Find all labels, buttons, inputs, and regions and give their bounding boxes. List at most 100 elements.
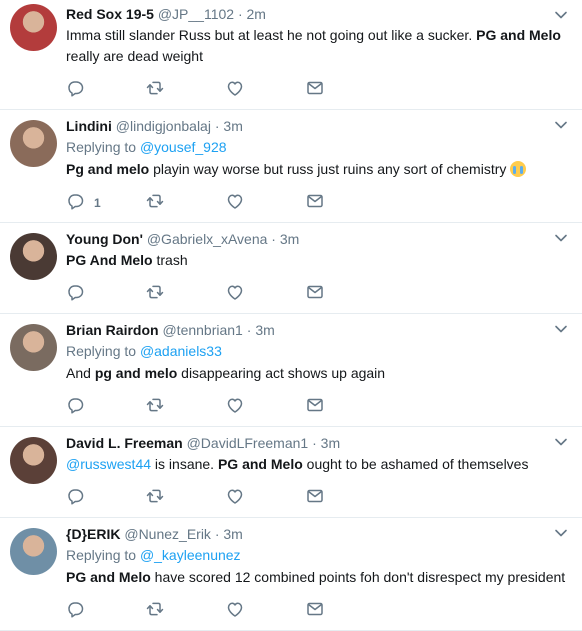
retweet-button[interactable] [146, 283, 226, 306]
display-name[interactable]: Young Don' [66, 231, 143, 247]
display-name[interactable]: David L. Freeman [66, 435, 183, 451]
separator-dot: · [242, 322, 256, 338]
tweet-timeline: Red Sox 19-5 @JP__1102 · 2m Imma still sl… [0, 0, 582, 631]
heart-icon [226, 192, 244, 215]
like-button[interactable] [226, 487, 306, 510]
user-handle[interactable]: @JP__1102 [158, 6, 234, 22]
user-handle[interactable]: @Gabrielx_xAvena [147, 231, 268, 247]
reply-icon [66, 79, 84, 102]
direct-message-button[interactable] [306, 396, 386, 419]
user-handle[interactable]: @tennbrian1 [162, 322, 242, 338]
tweet-text: Pg and melo playin way worse but russ ju… [66, 159, 570, 180]
timestamp[interactable]: 3m [280, 231, 299, 247]
heart-icon [226, 396, 244, 419]
separator-dot: · [308, 435, 321, 451]
timestamp[interactable]: 3m [321, 435, 340, 451]
chevron-down-icon[interactable] [554, 118, 568, 132]
display-name[interactable]: Red Sox 19-5 [66, 6, 154, 22]
chevron-down-icon[interactable] [554, 526, 568, 540]
tweet-actions [66, 275, 570, 313]
direct-message-button[interactable] [306, 487, 386, 510]
retweet-icon [146, 79, 164, 102]
loudly-crying-face-icon [510, 161, 527, 177]
retweet-button[interactable] [146, 600, 226, 623]
user-handle[interactable]: @lindigjonbalaj [116, 118, 211, 134]
user-handle[interactable]: @DavidLFreeman1 [187, 435, 309, 451]
tweet-actions: 1 [66, 184, 570, 222]
like-button[interactable] [226, 79, 306, 102]
retweet-icon [146, 487, 164, 510]
tweet[interactable]: {D}ERIK @Nunez_Erik · 3m Replying to @_ka… [0, 518, 582, 631]
avatar[interactable] [10, 528, 57, 575]
replying-to: Replying to @adaniels33 [66, 340, 570, 362]
retweet-button[interactable] [146, 396, 226, 419]
tweet-actions [66, 71, 570, 109]
direct-message-button[interactable] [306, 283, 386, 306]
chevron-down-icon[interactable] [554, 231, 568, 245]
chevron-down-icon[interactable] [554, 322, 568, 336]
like-button[interactable] [226, 396, 306, 419]
reply-icon [66, 487, 84, 510]
reply-button[interactable] [66, 283, 146, 306]
retweet-button[interactable] [146, 79, 226, 102]
mention-link[interactable]: @russwest44 [66, 456, 151, 472]
replying-to-link[interactable]: @yousef_928 [140, 139, 227, 155]
envelope-icon [306, 396, 324, 419]
display-name[interactable]: Brian Rairdon [66, 322, 159, 338]
direct-message-button[interactable] [306, 600, 386, 623]
direct-message-button[interactable] [306, 192, 386, 215]
replying-to-link[interactable]: @adaniels33 [140, 343, 222, 359]
tweet-header: David L. Freeman @DavidLFreeman1 · 3m [66, 433, 570, 453]
tweet-header: Red Sox 19-5 @JP__1102 · 2m [66, 4, 570, 24]
timestamp[interactable]: 2m [247, 6, 266, 22]
retweet-icon [146, 283, 164, 306]
retweet-icon [146, 396, 164, 419]
timestamp[interactable]: 3m [223, 526, 242, 542]
user-handle[interactable]: @Nunez_Erik [124, 526, 211, 542]
replying-to-label: Replying to [66, 547, 137, 563]
display-name[interactable]: {D}ERIK [66, 526, 120, 542]
retweet-button[interactable] [146, 487, 226, 510]
timestamp[interactable]: 3m [255, 322, 274, 338]
like-button[interactable] [226, 192, 306, 215]
tweet-text-segment: Imma still slander Russ but at least he … [66, 27, 477, 43]
timestamp[interactable]: 3m [223, 118, 242, 134]
tweet[interactable]: Young Don' @Gabrielx_xAvena · 3m PG And M… [0, 223, 582, 314]
retweet-button[interactable] [146, 192, 226, 215]
tweet[interactable]: Red Sox 19-5 @JP__1102 · 2m Imma still sl… [0, 0, 582, 110]
tweet[interactable]: Lindini @lindigjonbalaj · 3m Replying to … [0, 110, 582, 223]
display-name[interactable]: Lindini [66, 118, 112, 134]
separator-dot: · [267, 231, 280, 247]
separator-dot: · [210, 526, 224, 542]
reply-button[interactable] [66, 487, 146, 510]
replying-to: Replying to @yousef_928 [66, 136, 570, 158]
tweet[interactable]: David L. Freeman @DavidLFreeman1 · 3m @ru… [0, 427, 582, 518]
like-button[interactable] [226, 600, 306, 623]
like-button[interactable] [226, 283, 306, 306]
chevron-down-icon[interactable] [554, 8, 568, 22]
avatar[interactable] [10, 233, 57, 280]
direct-message-button[interactable] [306, 79, 386, 102]
envelope-icon [306, 487, 324, 510]
tweet-text: Imma still slander Russ but at least he … [66, 25, 570, 67]
tweet[interactable]: Brian Rairdon @tennbrian1 · 3m Replying t… [0, 314, 582, 427]
reply-count: 1 [94, 196, 101, 210]
reply-icon [66, 396, 84, 419]
reply-button[interactable] [66, 79, 146, 102]
chevron-down-icon[interactable] [554, 435, 568, 449]
tweet-actions [66, 479, 570, 517]
reply-button[interactable] [66, 396, 146, 419]
tweet-text: @russwest44 is insane. PG and Melo ought… [66, 454, 570, 475]
envelope-icon [306, 600, 324, 623]
reply-button[interactable] [66, 600, 146, 623]
avatar[interactable] [10, 324, 57, 371]
avatar[interactable] [10, 120, 57, 167]
envelope-icon [306, 283, 324, 306]
avatar[interactable] [10, 4, 57, 51]
envelope-icon [306, 79, 324, 102]
reply-button[interactable]: 1 [66, 192, 146, 215]
replying-to-link[interactable]: @_kayleenunez [140, 547, 241, 563]
heart-icon [226, 283, 244, 306]
avatar[interactable] [10, 437, 57, 484]
heart-icon [226, 79, 244, 102]
